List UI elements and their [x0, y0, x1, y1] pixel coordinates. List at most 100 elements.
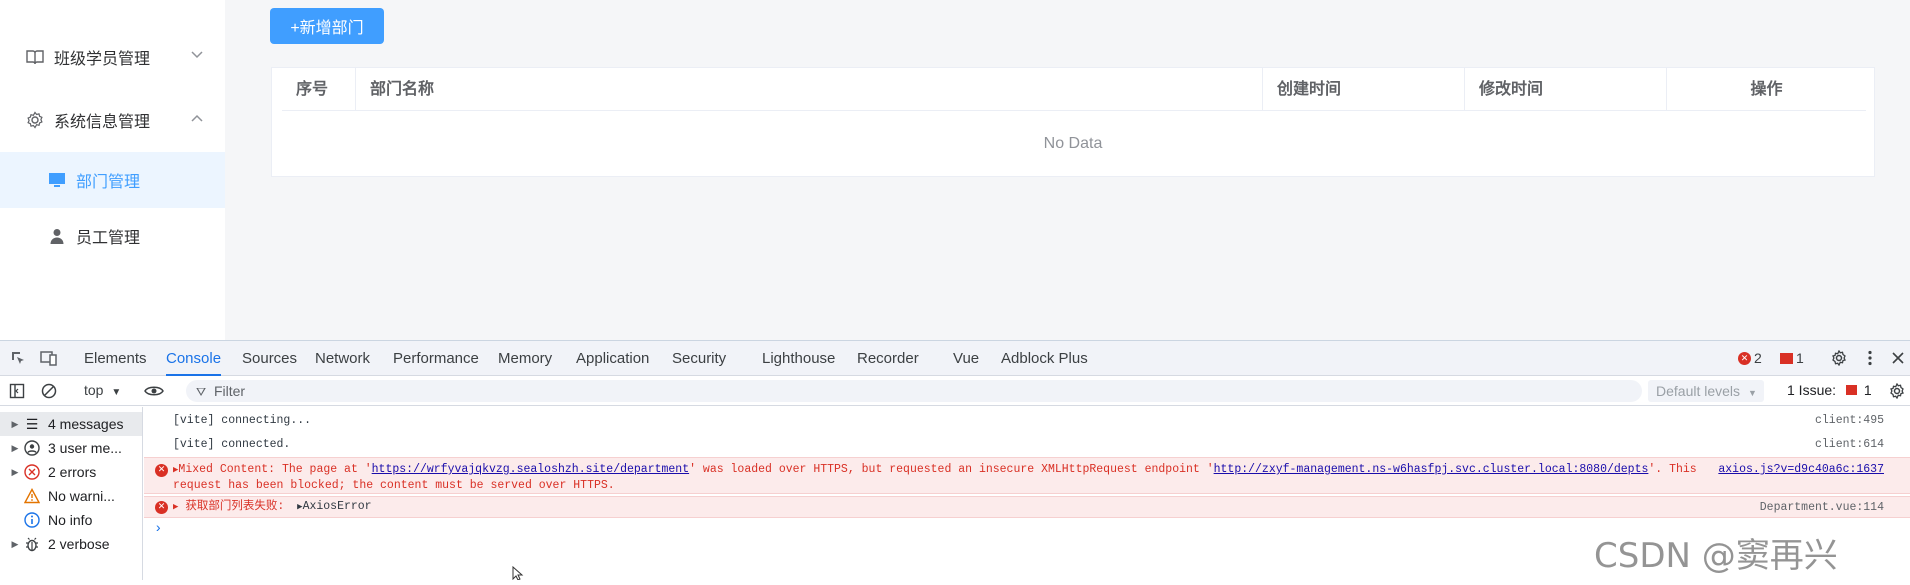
- sidebar-item-home[interactable]: [0, 0, 225, 12]
- log-source-link[interactable]: client:495: [1815, 411, 1884, 431]
- tab-vue[interactable]: Vue: [953, 341, 979, 376]
- sidebar-info[interactable]: No info: [0, 508, 142, 532]
- error-icon: ✕: [155, 464, 168, 477]
- add-department-button[interactable]: +新增部门: [270, 8, 384, 44]
- issues-label: 1 Issue:: [1787, 382, 1837, 398]
- tab-application[interactable]: Application: [576, 341, 649, 376]
- error-message[interactable]: ▶Mixed Content: The page at 'https://wrf…: [173, 462, 1713, 493]
- column-header-name[interactable]: 部门名称: [356, 68, 1263, 111]
- issue-counter[interactable]: 1: [1780, 348, 1814, 368]
- sidebar-item-label: 班级学员管理: [54, 51, 151, 68]
- more-options-icon[interactable]: [1860, 348, 1880, 368]
- filter-input[interactable]: ⛛ Filter: [186, 380, 1642, 402]
- warning-icon: [22, 486, 42, 506]
- sidebar-item-label: 员工管理: [76, 230, 141, 247]
- issue-flag-icon: [1780, 352, 1793, 364]
- expand-arrow-icon: ▶: [11, 466, 19, 477]
- issues-link[interactable]: 1 Issue: 1: [1787, 382, 1872, 398]
- sidebar-item-department[interactable]: 部门管理: [0, 152, 225, 208]
- error-icon: [22, 462, 42, 482]
- log-source-link[interactable]: client:614: [1815, 435, 1884, 455]
- tab-memory[interactable]: Memory: [498, 341, 552, 376]
- dropdown-arrow-icon: ▼: [111, 387, 122, 398]
- sidebar-warnings-label: No warni...: [48, 488, 115, 504]
- watermark: CSDN @窦再兴: [1594, 536, 1838, 576]
- page-url-link[interactable]: https://wrfyvajqkvzg.sealoshzh.site/depa…: [372, 463, 689, 476]
- log-text: [vite] connecting...: [173, 414, 312, 427]
- prompt-chevron-icon: ›: [154, 521, 163, 537]
- sidebar-info-label: No info: [48, 512, 93, 528]
- log-entry: [vite] connected. client:614: [144, 435, 1910, 455]
- log-text: [vite] connected.: [173, 438, 291, 451]
- bug-icon: [22, 534, 42, 554]
- user-icon: [46, 225, 68, 247]
- inspect-element-icon[interactable]: [8, 348, 28, 368]
- error-counter[interactable]: ✕ 2: [1738, 348, 1772, 368]
- column-header-actions[interactable]: 操作: [1667, 68, 1866, 111]
- tab-lighthouse[interactable]: Lighthouse: [762, 341, 835, 376]
- issues-count: 1: [1863, 382, 1872, 398]
- console-toolbar: top ▼ ⛛ Filter Default levels ▼ 1 Issue:…: [0, 376, 1910, 406]
- tab-security[interactable]: Security: [672, 341, 726, 376]
- console-message-sidebar: ▶ ☰ 4 messages ▶ 3 user me... ▶ 2 errors…: [0, 407, 143, 580]
- sidebar-errors[interactable]: ▶ 2 errors: [0, 460, 142, 484]
- error-count: 2: [1754, 350, 1762, 366]
- console-prompt[interactable]: ›: [154, 521, 162, 537]
- column-header-created[interactable]: 创建时间: [1263, 68, 1465, 111]
- tab-adblock-plus[interactable]: Adblock Plus: [1001, 341, 1088, 376]
- sidebar-messages-label: 4 messages: [48, 416, 124, 432]
- tab-recorder[interactable]: Recorder: [857, 341, 919, 376]
- error-entry: ✕ ▶ 获取部门列表失败: ▶AxiosError Department.vue…: [144, 496, 1910, 518]
- user-circle-icon: [22, 438, 42, 458]
- chevron-up-icon: [191, 111, 203, 125]
- device-toolbar-icon[interactable]: [39, 348, 59, 368]
- sidebar-item-label: 部门管理: [76, 174, 141, 191]
- error-object[interactable]: AxiosError: [303, 500, 372, 513]
- error-icon: ✕: [155, 501, 168, 514]
- log-levels-dropdown[interactable]: Default levels ▼: [1648, 380, 1764, 402]
- book-icon: [24, 46, 46, 68]
- devtools-tabbar: Elements Console Sources Network Perform…: [0, 341, 1910, 376]
- log-levels-value: Default levels: [1656, 383, 1741, 399]
- tab-sources[interactable]: Sources: [242, 341, 297, 376]
- console-settings-gear-icon[interactable]: [1887, 381, 1907, 401]
- expand-arrow-icon: ▶: [11, 442, 19, 453]
- sidebar-toggle-icon[interactable]: [7, 381, 27, 401]
- error-source-link[interactable]: axios.js?v=d9c40a6c:1637: [1718, 462, 1884, 477]
- live-expression-eye-icon[interactable]: [144, 381, 164, 401]
- sidebar-user-messages[interactable]: ▶ 3 user me...: [0, 436, 142, 460]
- settings-gear-icon[interactable]: [1829, 348, 1849, 368]
- sidebar-warnings[interactable]: No warni...: [0, 484, 142, 508]
- expand-arrow-icon: ▶: [173, 502, 179, 512]
- sidebar-item-employee[interactable]: 员工管理: [0, 208, 225, 264]
- tab-network[interactable]: Network: [315, 341, 370, 376]
- mouse-cursor-icon: [512, 565, 524, 585]
- tab-performance[interactable]: Performance: [393, 341, 479, 376]
- gear-icon: [24, 109, 46, 131]
- empty-state: No Data: [1043, 135, 1103, 152]
- tab-console[interactable]: Console: [166, 341, 222, 376]
- tab-elements[interactable]: Elements: [84, 341, 147, 376]
- sidebar-messages[interactable]: ▶ ☰ 4 messages: [0, 412, 142, 436]
- column-header-index[interactable]: 序号: [282, 68, 356, 111]
- department-table: 序号 部门名称 创建时间 修改时间 操作 No Data: [271, 67, 1875, 177]
- sidebar-item-system-info[interactable]: 系统信息管理: [0, 92, 225, 148]
- issue-count: 1: [1796, 350, 1804, 366]
- sidebar-verbose[interactable]: ▶ 2 verbose: [0, 532, 142, 556]
- clear-console-icon[interactable]: [39, 381, 59, 401]
- expand-arrow-icon: ▶: [11, 418, 19, 429]
- endpoint-url-link[interactable]: http://zxyf-management.ns-w6hasfpj.svc.c…: [1214, 463, 1649, 476]
- list-icon: ☰: [25, 415, 39, 432]
- close-devtools-icon[interactable]: [1888, 348, 1908, 368]
- sidebar: 班级学员管理 系统信息管理 部门管理 员工管理: [0, 0, 225, 340]
- filter-funnel-icon: ⛛: [196, 385, 207, 399]
- error-icon: ✕: [1738, 351, 1751, 365]
- sidebar-item-class-students[interactable]: 班级学员管理: [0, 29, 225, 85]
- column-header-modified[interactable]: 修改时间: [1465, 68, 1667, 111]
- context-value: top: [84, 382, 104, 398]
- sidebar-user-messages-label: 3 user me...: [48, 440, 122, 456]
- error-text-line2: request has been blocked; the content mu…: [173, 479, 615, 492]
- sidebar-verbose-label: 2 verbose: [48, 536, 110, 552]
- error-source-link[interactable]: Department.vue:114: [1760, 498, 1884, 518]
- context-selector[interactable]: top ▼: [84, 382, 121, 398]
